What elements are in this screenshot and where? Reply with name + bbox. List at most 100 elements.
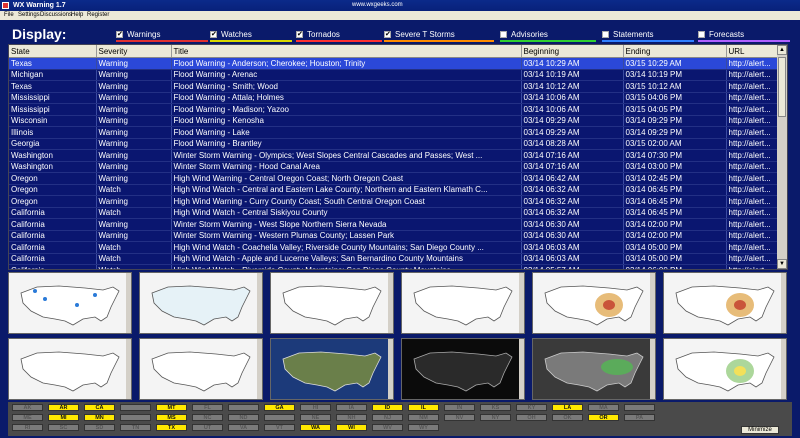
- state-button-nj[interactable]: NJ: [372, 414, 403, 421]
- map-scrollbar[interactable]: [650, 339, 655, 399]
- checkbox-icon[interactable]: [602, 31, 609, 38]
- map-radar[interactable]: [532, 338, 656, 400]
- table-row[interactable]: Georgia Warning Flood Warning - Brantley 03…: [9, 138, 780, 150]
- state-button-la[interactable]: LA: [552, 404, 583, 411]
- column-header-title[interactable]: Title: [171, 45, 522, 58]
- map-scrollbar[interactable]: [650, 273, 655, 333]
- scroll-down-icon[interactable]: ▼: [777, 259, 787, 269]
- map-scrollbar[interactable]: [781, 273, 786, 333]
- map-outlook-day3[interactable]: [663, 338, 787, 400]
- map-scrollbar[interactable]: [519, 339, 524, 399]
- checkbox-icon[interactable]: ✔: [116, 31, 123, 38]
- filter-watches[interactable]: ✔ Watches: [210, 30, 295, 42]
- state-button-sc[interactable]: SC: [48, 424, 79, 431]
- state-button-ok[interactable]: OK: [552, 414, 583, 421]
- state-button[interactable]: [120, 404, 151, 411]
- map-satellite-infrared[interactable]: [401, 338, 525, 400]
- state-button-ky[interactable]: KY: [516, 404, 547, 411]
- state-button-ny[interactable]: NY: [480, 414, 511, 421]
- table-row[interactable]: Texas Warning Flood Warning - Smith; Wood 0…: [9, 80, 780, 93]
- checkbox-icon[interactable]: ✔: [384, 31, 391, 38]
- state-button-ri[interactable]: RI: [12, 424, 43, 431]
- state-button-pa[interactable]: PA: [624, 414, 655, 421]
- map-scrollbar[interactable]: [388, 273, 393, 333]
- state-button[interactable]: [120, 414, 151, 421]
- column-header-ending[interactable]: Ending: [623, 45, 727, 58]
- minimize-button[interactable]: Minimize: [741, 426, 779, 434]
- checkbox-icon[interactable]: ✔: [210, 31, 217, 38]
- state-button-tx[interactable]: TX: [156, 424, 187, 431]
- map-no-mesoscale[interactable]: [139, 338, 263, 400]
- state-button-mt[interactable]: MT: [156, 404, 187, 411]
- table-row[interactable]: Wisconsin Warning Flood Warning - Kenosha 0…: [9, 115, 780, 127]
- filter-forecasts[interactable]: Forecasts: [698, 30, 790, 42]
- state-button-ne[interactable]: NE: [300, 414, 331, 421]
- map-scrollbar[interactable]: [126, 339, 131, 399]
- state-button-id[interactable]: ID: [372, 404, 403, 411]
- table-row[interactable]: Washington Warning Winter Storm Warning - …: [9, 161, 780, 173]
- checkbox-icon[interactable]: [500, 31, 507, 38]
- state-button-nh[interactable]: NH: [336, 414, 367, 421]
- map-watches-overview[interactable]: [139, 272, 263, 334]
- table-row[interactable]: Washington Warning Winter Storm Warning - …: [9, 149, 780, 162]
- map-outlook-day2[interactable]: [663, 272, 787, 334]
- state-button-sd[interactable]: SD: [84, 424, 115, 431]
- table-row[interactable]: Illinois Warning Flood Warning - Lake 03/14…: [9, 126, 780, 139]
- map-scrollbar[interactable]: [257, 339, 262, 399]
- column-header-url[interactable]: URL: [726, 45, 780, 58]
- state-button-nm[interactable]: NM: [408, 414, 439, 421]
- map-scrollbar[interactable]: [519, 273, 524, 333]
- checkbox-icon[interactable]: ✔: [296, 31, 303, 38]
- state-button-il[interactable]: IL: [408, 404, 439, 411]
- state-button[interactable]: [264, 414, 295, 421]
- table-row[interactable]: Oregon Warning High Wind Warning - Central…: [9, 172, 780, 185]
- state-button-oh[interactable]: OH: [516, 414, 547, 421]
- state-button-mi[interactable]: MI: [48, 414, 79, 421]
- menu-register[interactable]: Register: [87, 11, 109, 20]
- table-row[interactable]: Oregon Watch High Wind Watch - Central and…: [9, 184, 780, 196]
- map-outlook-day1[interactable]: [532, 272, 656, 334]
- state-button-wi[interactable]: WI: [336, 424, 367, 431]
- table-row[interactable]: California Watch High Wind Watch - Coachel…: [9, 241, 780, 254]
- state-button-ca[interactable]: CA: [84, 404, 115, 411]
- state-button-nc[interactable]: NC: [192, 414, 223, 421]
- menu-file[interactable]: File: [4, 11, 14, 20]
- map-satellite-visible[interactable]: [270, 338, 394, 400]
- map-scrollbar[interactable]: [257, 273, 262, 333]
- table-row[interactable]: Michigan Warning Flood Warning - Arenac 03/…: [9, 69, 780, 81]
- state-button-ut[interactable]: UT: [192, 424, 223, 431]
- menu-settings[interactable]: Settings: [18, 11, 40, 20]
- state-button-hi[interactable]: HI: [300, 404, 331, 411]
- state-button[interactable]: [228, 404, 259, 411]
- state-button-or[interactable]: OR: [588, 414, 619, 421]
- state-button-tn[interactable]: TN: [120, 424, 151, 431]
- state-button-wy[interactable]: WY: [408, 424, 439, 431]
- filter-tornados[interactable]: ✔ Tornados: [296, 30, 382, 42]
- state-button-ma[interactable]: MA: [588, 404, 619, 411]
- map-warnings-overview[interactable]: [8, 272, 132, 334]
- table-row[interactable]: California Warning Winter Storm Warning - …: [9, 230, 780, 242]
- state-button-vt[interactable]: VT: [264, 424, 295, 431]
- filter-statements[interactable]: Statements: [602, 30, 694, 42]
- state-button-wv[interactable]: WV: [372, 424, 403, 431]
- menu-help[interactable]: Help: [71, 11, 83, 20]
- state-button-wa[interactable]: WA: [300, 424, 331, 431]
- column-header-beginning[interactable]: Beginning: [521, 45, 624, 58]
- column-header-state[interactable]: State: [9, 45, 97, 58]
- state-button-fl[interactable]: FL: [192, 404, 223, 411]
- column-header-severity[interactable]: Severity: [96, 45, 172, 58]
- map-severe-storms[interactable]: [401, 272, 525, 334]
- state-button-ks[interactable]: KS: [480, 404, 511, 411]
- table-row[interactable]: CaliforniaWatchHigh Wind Watch - Riversi…: [9, 264, 780, 269]
- menu-discussions[interactable]: Discussions: [40, 11, 72, 20]
- table-row[interactable]: Oregon Warning High Wind Warning - Curry C…: [9, 195, 780, 208]
- state-button-ia[interactable]: IA: [336, 404, 367, 411]
- state-button-mn[interactable]: MN: [84, 414, 115, 421]
- scroll-up-icon[interactable]: ▲: [777, 45, 787, 55]
- checkbox-icon[interactable]: [698, 31, 705, 38]
- table-scrollbar[interactable]: ▲ ▼: [777, 45, 787, 269]
- state-button-ar[interactable]: AR: [48, 404, 79, 411]
- state-button-ms[interactable]: MS: [156, 414, 187, 421]
- table-row[interactable]: California Watch High Wind Watch - Central…: [9, 207, 780, 219]
- state-button-in[interactable]: IN: [444, 404, 475, 411]
